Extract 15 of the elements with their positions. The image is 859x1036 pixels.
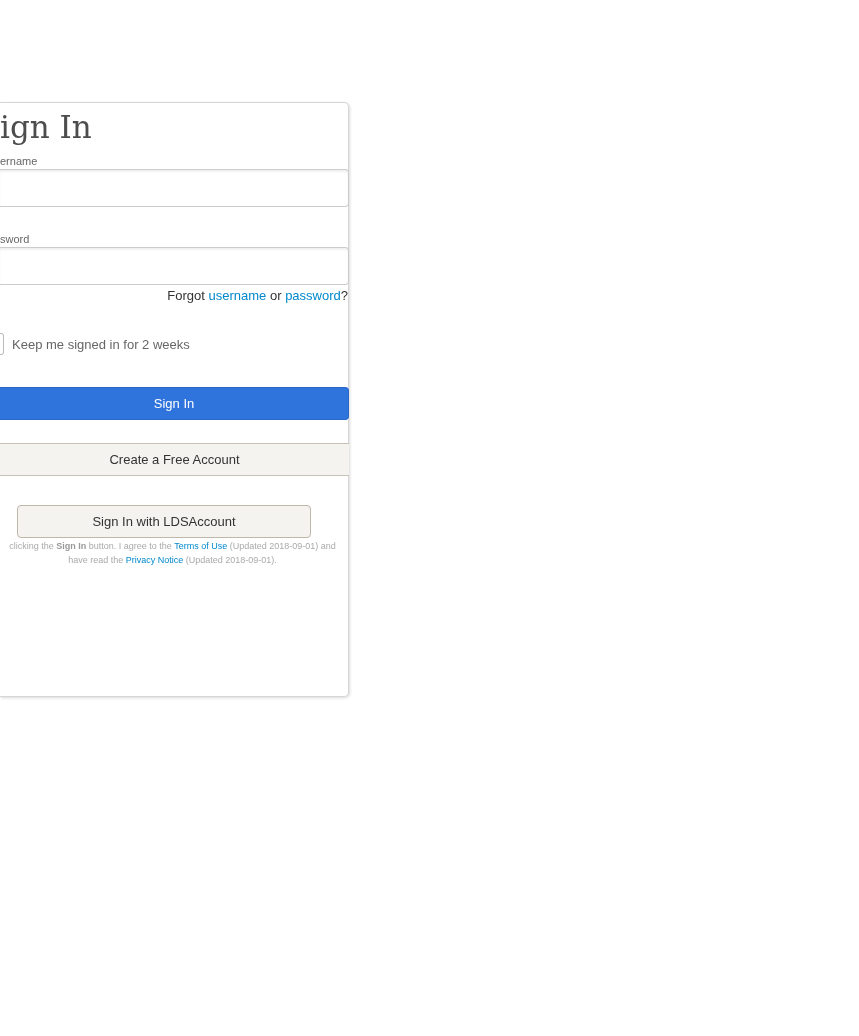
- page-title: ign In: [0, 108, 92, 147]
- sign-in-with-account-button[interactable]: Sign In with LDSAccount: [17, 505, 311, 538]
- text-link[interactable]: Terms of Use: [174, 541, 228, 551]
- create-account-button[interactable]: Create a Free Account: [0, 443, 349, 476]
- text-link[interactable]: username: [208, 288, 267, 303]
- field-label: ername: [0, 154, 38, 168]
- checkbox[interactable]: [0, 333, 4, 355]
- password-field[interactable]: [0, 247, 349, 285]
- username-field[interactable]: [0, 169, 349, 207]
- sign-in-button[interactable]: Sign In: [0, 387, 349, 420]
- field-label: sword: [0, 232, 30, 246]
- text-link[interactable]: Privacy Notice: [125, 555, 184, 565]
- forgot-credentials-text: Forgot username or password?: [166, 288, 348, 304]
- text-link[interactable]: password: [285, 288, 341, 303]
- checkbox-label: Keep me signed in for 2 weeks: [12, 336, 190, 352]
